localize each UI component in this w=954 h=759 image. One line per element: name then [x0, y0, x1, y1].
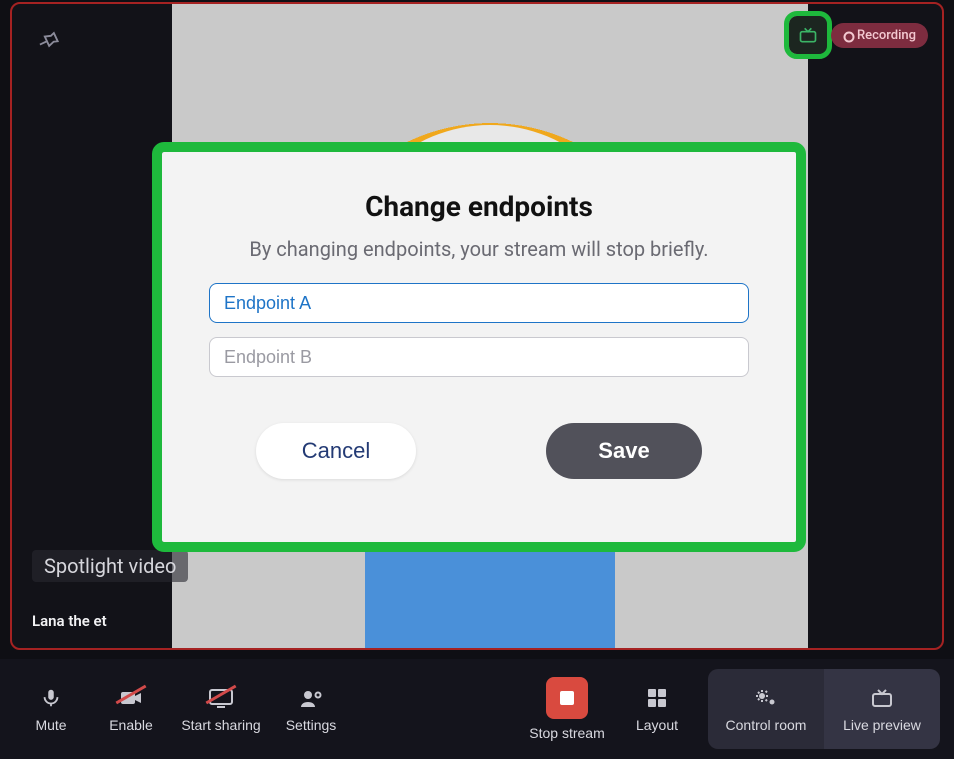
settings-button[interactable]: Settings	[274, 669, 348, 749]
layout-button[interactable]: Layout	[620, 669, 694, 749]
save-button[interactable]: Save	[546, 423, 702, 479]
control-room-label: Control room	[726, 717, 807, 733]
enable-camera-button[interactable]: Enable	[94, 669, 168, 749]
participant-name: Lana the et	[32, 612, 107, 630]
modal-title: Change endpoints	[365, 190, 593, 223]
endpoint-b-input[interactable]	[209, 337, 749, 377]
settings-icon	[298, 685, 324, 711]
tv-icon	[798, 25, 818, 45]
spotlight-badge: Spotlight video	[32, 550, 188, 582]
pin-icon	[38, 30, 60, 52]
microphone-icon	[38, 685, 64, 711]
bottom-toolbar: Mute Enable Start sharing Settings	[0, 659, 954, 759]
screen-share-off-icon	[208, 685, 234, 711]
enable-label: Enable	[109, 717, 153, 733]
start-sharing-label: Start sharing	[181, 717, 260, 733]
stop-stream-label: Stop stream	[529, 725, 604, 741]
live-preview-label: Live preview	[843, 717, 921, 733]
layout-grid-icon	[644, 685, 670, 711]
recording-badge[interactable]: Recording	[831, 23, 928, 48]
live-stream-indicator[interactable]	[789, 16, 827, 54]
gears-icon	[753, 685, 779, 711]
layout-label: Layout	[636, 717, 678, 733]
mute-label: Mute	[35, 717, 66, 733]
camera-off-icon	[118, 685, 144, 711]
modal-subtitle: By changing endpoints, your stream will …	[249, 237, 708, 261]
pin-button[interactable]	[34, 26, 64, 56]
stop-icon	[546, 677, 588, 719]
cancel-button[interactable]: Cancel	[256, 423, 416, 479]
live-preview-button[interactable]: Live preview	[824, 669, 940, 749]
mute-button[interactable]: Mute	[14, 669, 88, 749]
stop-stream-button[interactable]: Stop stream	[520, 669, 614, 749]
record-icon	[843, 31, 851, 39]
start-sharing-button[interactable]: Start sharing	[174, 669, 268, 749]
tv-icon	[869, 685, 895, 711]
endpoint-a-input[interactable]	[209, 283, 749, 323]
recording-label: Recording	[857, 28, 916, 43]
change-endpoints-modal: Change endpoints By changing endpoints, …	[162, 152, 796, 542]
settings-label: Settings	[286, 717, 337, 733]
control-room-button[interactable]: Control room	[708, 669, 824, 749]
